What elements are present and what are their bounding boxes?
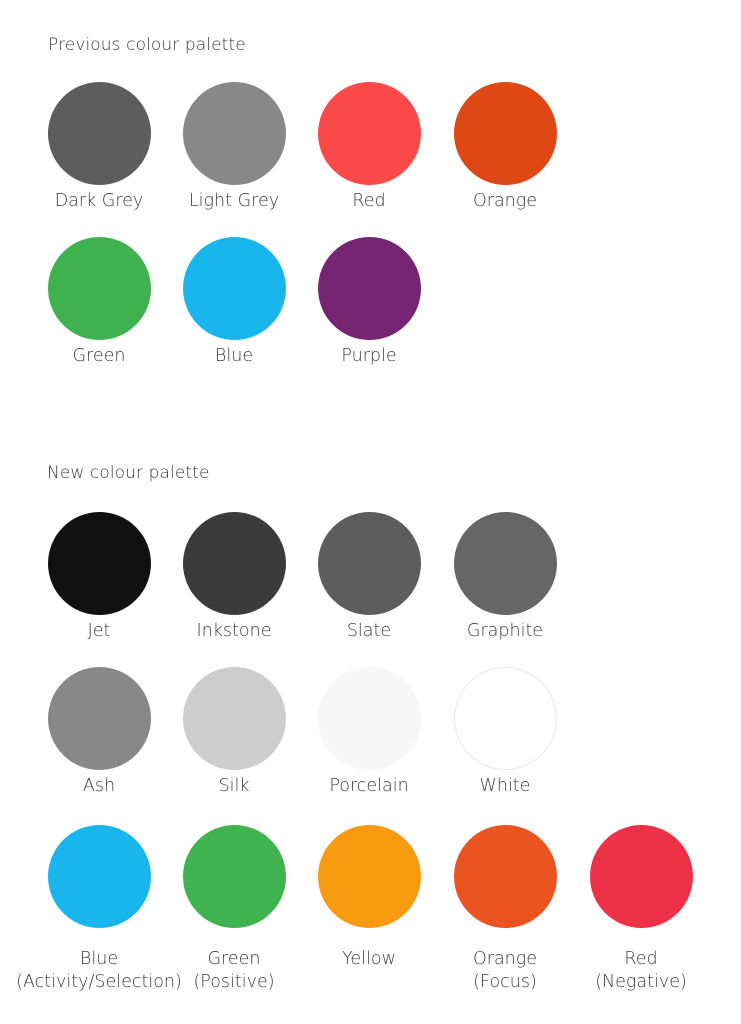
colour-swatch: Orange	[437, 82, 573, 213]
colour-circle	[453, 82, 557, 185]
colour-label: Purple	[261, 345, 477, 368]
colour-name: Orange	[472, 191, 538, 211]
colour-circle	[182, 237, 286, 340]
colour-name: White	[479, 776, 531, 796]
colour-circle	[453, 825, 557, 928]
colour-circle	[317, 82, 421, 185]
colour-role: (Negative)	[595, 972, 687, 992]
colour-name: Purple	[341, 346, 397, 366]
colour-role: (Positive)	[193, 972, 275, 992]
colour-circle	[182, 667, 286, 770]
colour-circle	[182, 82, 286, 185]
colour-circle	[317, 237, 421, 340]
colour-label: Graphite	[397, 620, 613, 643]
colour-swatch: Purple	[301, 237, 437, 368]
colour-label: White	[397, 775, 613, 798]
colour-swatch: Graphite	[437, 512, 573, 643]
previous-palette-heading: Previous colour palette	[48, 35, 246, 55]
colour-circle	[47, 237, 151, 340]
colour-circle	[453, 667, 557, 770]
colour-circle	[47, 825, 151, 928]
colour-circle	[317, 512, 421, 615]
colour-circle	[589, 825, 693, 928]
colour-name: Red	[624, 949, 658, 969]
colour-swatch: Red (Negative)	[573, 825, 709, 994]
colour-circle	[47, 667, 151, 770]
colour-circle	[317, 825, 421, 928]
colour-circle	[182, 512, 286, 615]
colour-label: Red (Negative)	[533, 948, 741, 994]
colour-circle	[47, 512, 151, 615]
colour-circle	[182, 825, 286, 928]
new-palette-heading: New colour palette	[47, 463, 210, 483]
colour-circle	[47, 82, 151, 185]
colour-name: Graphite	[466, 621, 544, 641]
colour-circle	[453, 512, 557, 615]
colour-swatch: White	[437, 667, 573, 798]
colour-label: Orange	[397, 190, 613, 213]
colour-circle	[317, 667, 421, 770]
